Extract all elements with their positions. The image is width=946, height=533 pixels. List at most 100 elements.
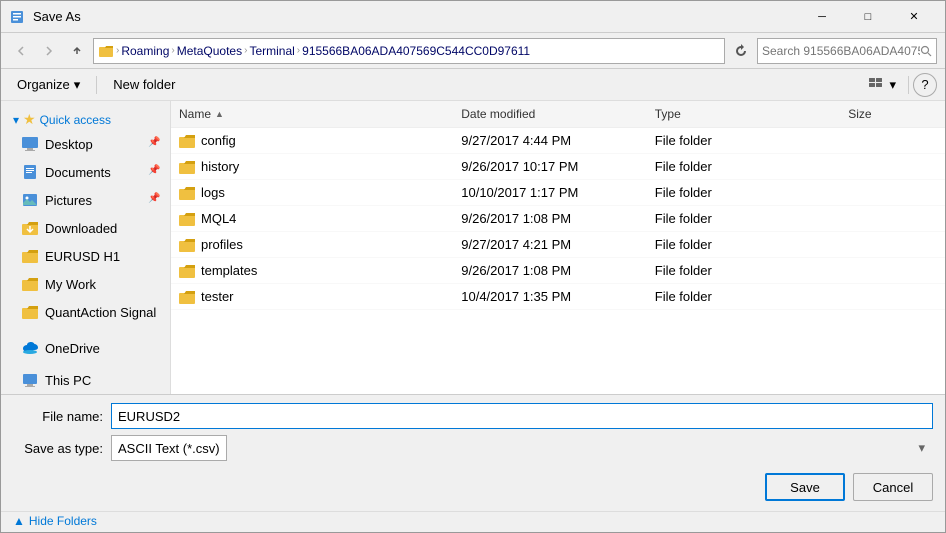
sidebar: ▾ ★ Quick access Desktop 📌 (1, 101, 171, 394)
close-button[interactable]: ✕ (891, 1, 937, 33)
search-input[interactable] (762, 44, 920, 58)
col-header-name[interactable]: Name ▲ (171, 105, 453, 123)
view-icon (869, 78, 885, 92)
pictures-label: Pictures (45, 193, 142, 208)
table-row[interactable]: profiles 9/27/2017 4:21 PM File folder (171, 232, 945, 258)
sidebar-item-mywork[interactable]: My Work (1, 270, 170, 298)
onedrive-icon (21, 342, 39, 354)
col-header-size[interactable]: Size (840, 105, 945, 123)
breadcrumb: › Roaming › MetaQuotes › Terminal › 9155… (98, 43, 720, 59)
file-type-cell: File folder (647, 133, 841, 148)
filename-row: File name: (1, 395, 945, 433)
toolbar-right: ▾ ? (861, 73, 937, 97)
mywork-label: My Work (45, 277, 162, 292)
downloaded-label: Downloaded (45, 221, 162, 236)
save-as-dialog: Save As ─ □ ✕ (0, 0, 946, 533)
thispc-label: This PC (45, 373, 162, 388)
file-name-cell: templates (171, 263, 453, 278)
sidebar-item-onedrive[interactable]: OneDrive (1, 334, 170, 362)
quantaction-folder-icon (22, 305, 38, 319)
folder-row-icon (179, 160, 195, 174)
breadcrumb-metaquotes: MetaQuotes (177, 44, 242, 58)
filetype-select-wrapper: ASCII Text (*.csv) (111, 435, 933, 461)
up-button[interactable] (65, 39, 89, 63)
toolbar: Organize ▾ New folder ▾ ? (1, 69, 945, 101)
toolbar-sep2 (908, 76, 909, 94)
filename-input[interactable] (111, 403, 933, 429)
file-list: Name ▲ Date modified Type Size c (171, 101, 945, 394)
table-row[interactable]: MQL4 9/26/2017 1:08 PM File folder (171, 206, 945, 232)
onedrive-label: OneDrive (45, 341, 162, 356)
hide-folders-button[interactable]: ▲ Hide Folders (13, 514, 97, 528)
sidebar-item-downloaded[interactable]: Downloaded (1, 214, 170, 242)
filename-label: File name: (13, 409, 103, 424)
file-type-cell: File folder (647, 185, 841, 200)
hide-folders-row: ▲ Hide Folders (1, 511, 945, 532)
sidebar-item-desktop[interactable]: Desktop 📌 (1, 130, 170, 158)
table-row[interactable]: tester 10/4/2017 1:35 PM File folder (171, 284, 945, 310)
file-type-cell: File folder (647, 263, 841, 278)
file-name-cell: config (171, 133, 453, 148)
search-box[interactable] (757, 38, 937, 64)
documents-icon (22, 164, 38, 180)
table-row[interactable]: logs 10/10/2017 1:17 PM File folder (171, 180, 945, 206)
new-folder-button[interactable]: New folder (105, 73, 183, 97)
organize-button[interactable]: Organize ▾ (9, 73, 88, 97)
file-type-cell: File folder (647, 237, 841, 252)
sort-arrow: ▲ (215, 109, 224, 119)
table-row[interactable]: config 9/27/2017 4:44 PM File folder (171, 128, 945, 154)
save-button[interactable]: Save (765, 473, 845, 501)
help-button[interactable]: ? (913, 73, 937, 97)
col-header-date[interactable]: Date modified (453, 105, 647, 123)
button-row: Save Cancel (1, 469, 945, 511)
dialog-title: Save As (33, 9, 799, 24)
sidebar-item-documents[interactable]: Documents 📌 (1, 158, 170, 186)
back-button[interactable] (9, 39, 33, 63)
view-button[interactable]: ▾ (861, 73, 904, 97)
file-date-cell: 10/10/2017 1:17 PM (453, 185, 647, 200)
file-type-cell: File folder (647, 211, 841, 226)
minimize-button[interactable]: ─ (799, 1, 845, 33)
folder-row-icon (179, 290, 195, 304)
col-header-type[interactable]: Type (647, 105, 841, 123)
sidebar-item-eurusd[interactable]: EURUSD H1 (1, 242, 170, 270)
toolbar-separator (96, 76, 97, 94)
refresh-button[interactable] (729, 39, 753, 63)
folder-row-icon (179, 264, 195, 278)
sidebar-item-thispc[interactable]: This PC (1, 366, 170, 394)
file-date-cell: 9/26/2017 1:08 PM (453, 211, 647, 226)
table-row[interactable]: history 9/26/2017 10:17 PM File folder (171, 154, 945, 180)
folder-row-icon (179, 134, 195, 148)
folder-row-icon (179, 212, 195, 226)
sidebar-item-quantaction[interactable]: QuantAction Signal (1, 298, 170, 326)
filetype-row: Save as type: ASCII Text (*.csv) (1, 433, 945, 469)
file-date-cell: 9/27/2017 4:21 PM (453, 237, 647, 252)
file-date-cell: 9/26/2017 1:08 PM (453, 263, 647, 278)
file-name-cell: tester (171, 289, 453, 304)
desktop-label: Desktop (45, 137, 142, 152)
desktop-icon (21, 135, 39, 153)
address-box[interactable]: › Roaming › MetaQuotes › Terminal › 9155… (93, 38, 725, 64)
quantaction-label: QuantAction Signal (45, 305, 162, 320)
folder-nav-icon (98, 43, 114, 59)
forward-button[interactable] (37, 39, 61, 63)
cancel-button[interactable]: Cancel (853, 473, 933, 501)
breadcrumb-id: 915566BA06ADA407569C544CC0D97611 (302, 44, 530, 58)
file-name-cell: profiles (171, 237, 453, 252)
maximize-button[interactable]: □ (845, 1, 891, 33)
quick-access-header[interactable]: ▾ ★ Quick access (1, 105, 170, 130)
back-icon (15, 45, 27, 57)
file-type-cell: File folder (647, 289, 841, 304)
downloaded-folder-icon (22, 221, 38, 235)
pin-icon2: 📌 (148, 165, 162, 179)
eurusd-folder-icon (22, 249, 38, 263)
file-date-cell: 9/27/2017 4:44 PM (453, 133, 647, 148)
file-date-cell: 9/26/2017 10:17 PM (453, 159, 647, 174)
forward-icon (43, 45, 55, 57)
table-row[interactable]: templates 9/26/2017 1:08 PM File folder (171, 258, 945, 284)
sidebar-item-pictures[interactable]: Pictures 📌 (1, 186, 170, 214)
filetype-select[interactable]: ASCII Text (*.csv) (111, 435, 227, 461)
thispc-icon (22, 372, 38, 388)
quick-access-star-icon: ★ (23, 111, 36, 128)
documents-label: Documents (45, 165, 142, 180)
